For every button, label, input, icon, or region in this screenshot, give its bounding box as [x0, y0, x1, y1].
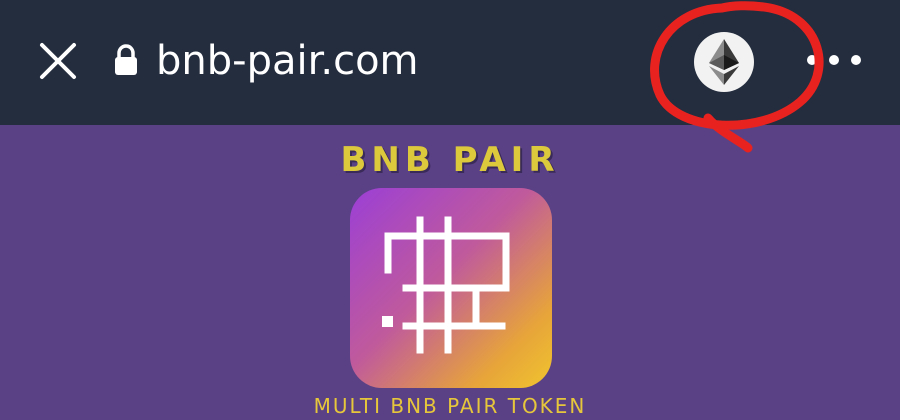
- more-options-icon: [807, 55, 861, 65]
- more-options-button[interactable]: [800, 40, 870, 80]
- ethereum-icon: [709, 39, 739, 85]
- brand-title: BNB PAIR: [340, 140, 560, 180]
- close-icon: [40, 43, 76, 79]
- close-button[interactable]: [36, 39, 80, 83]
- wallet-button[interactable]: [694, 32, 754, 92]
- bnb-pair-logo-icon: [350, 188, 552, 388]
- tagline: MULTI BNB PAIR TOKEN: [313, 394, 587, 418]
- lock-icon: [113, 44, 139, 76]
- url-bar[interactable]: bnb-pair.com: [156, 36, 419, 86]
- browser-toolbar: bnb-pair.com: [0, 0, 900, 125]
- browser-page: bnb-pair.com BNB PAIR MULTI BNB PAIR TOK…: [0, 0, 900, 420]
